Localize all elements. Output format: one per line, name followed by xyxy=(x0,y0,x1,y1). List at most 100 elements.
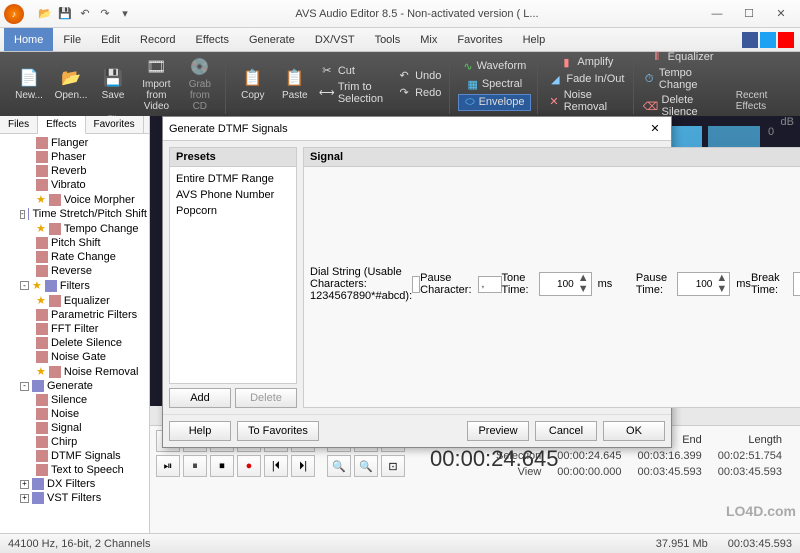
tree-node[interactable]: Silence xyxy=(2,393,147,407)
fade-button[interactable]: ◢Fade In/Out xyxy=(544,71,628,87)
to-favorites-button[interactable]: To Favorites xyxy=(237,421,319,441)
pause-time-spinner[interactable]: ▲▼ xyxy=(677,272,730,296)
tree-node[interactable]: ★Equalizer xyxy=(2,293,147,308)
tree-node[interactable]: -Generate xyxy=(2,379,147,393)
tree-node[interactable]: Noise Gate xyxy=(2,350,147,364)
ok-button[interactable]: OK xyxy=(603,421,665,441)
preset-item[interactable]: Entire DTMF Range xyxy=(174,171,292,187)
view-spectral-toggle[interactable]: ▦Spectral xyxy=(460,76,529,93)
pause-button[interactable]: ⏸ xyxy=(183,455,207,477)
tab-home[interactable]: Home xyxy=(4,28,53,51)
preset-delete-button[interactable]: Delete xyxy=(235,388,297,408)
minimize-button[interactable]: — xyxy=(702,4,732,24)
twitter-icon[interactable] xyxy=(760,32,776,48)
tab-effects[interactable]: Effects xyxy=(186,28,239,51)
grab-cd-button[interactable]: 💿Grab from CD xyxy=(179,54,221,114)
tree-node[interactable]: Delete Silence xyxy=(2,336,147,350)
tree-node[interactable]: Rate Change xyxy=(2,250,147,264)
tree-expander-icon[interactable]: - xyxy=(20,281,29,290)
tree-node[interactable]: Pitch Shift xyxy=(2,236,147,250)
vzoom-fit-button[interactable]: ⊡ xyxy=(381,455,405,477)
preset-item[interactable]: AVS Phone Number xyxy=(174,187,292,203)
dialog-close-button[interactable]: ✕ xyxy=(645,122,665,135)
youtube-icon[interactable] xyxy=(778,32,794,48)
new-button[interactable]: 📄New... xyxy=(8,54,50,114)
tree-expander-icon[interactable]: - xyxy=(20,382,29,391)
side-tab-effects[interactable]: Effects xyxy=(38,116,85,134)
tree-node[interactable]: ★Tempo Change xyxy=(2,221,147,236)
tree-expander-icon[interactable]: + xyxy=(20,494,29,503)
facebook-icon[interactable] xyxy=(742,32,758,48)
dial-string-input[interactable] xyxy=(412,276,420,293)
tree-node[interactable]: Reverb xyxy=(2,164,147,178)
help-button[interactable]: Help xyxy=(169,421,231,441)
tree-node[interactable]: Reverse xyxy=(2,264,147,278)
amplify-button[interactable]: ▮Amplify xyxy=(555,54,617,70)
tab-record[interactable]: Record xyxy=(130,28,185,51)
vzoom-in-button[interactable]: 🔍 xyxy=(354,455,378,477)
break-time-spinner[interactable]: ▲▼ xyxy=(793,272,800,296)
vzoom-out-button[interactable]: 🔍 xyxy=(327,455,351,477)
trim-button[interactable]: ⟷Trim to Selection xyxy=(316,80,387,106)
qat-open-icon[interactable]: 📂 xyxy=(38,7,52,21)
tab-file[interactable]: File xyxy=(53,28,91,51)
noise-removal-button[interactable]: ✕Noise Removal xyxy=(544,88,628,114)
tree-expander-icon[interactable]: - xyxy=(20,210,25,219)
tree-node[interactable]: ★Voice Morpher xyxy=(2,192,147,207)
tree-node[interactable]: Text to Speech xyxy=(2,463,147,477)
cut-button[interactable]: ✂Cut xyxy=(316,63,387,79)
tree-node[interactable]: Flanger xyxy=(2,136,147,150)
tab-help[interactable]: Help xyxy=(513,28,556,51)
tab-tools[interactable]: Tools xyxy=(365,28,411,51)
tree-node[interactable]: Chirp xyxy=(2,435,147,449)
goto-end-button[interactable]: ⏵| xyxy=(291,455,315,477)
tab-mix[interactable]: Mix xyxy=(410,28,447,51)
import-video-button[interactable]: 🎞Import from Video xyxy=(134,54,179,114)
tree-node[interactable]: -Time Stretch/Pitch Shift xyxy=(2,207,147,221)
stop-button[interactable]: ⏹ xyxy=(210,455,234,477)
play-start-button[interactable]: ⏯ xyxy=(156,455,180,477)
redo-button[interactable]: ↷Redo xyxy=(393,85,445,101)
preset-item[interactable]: Popcorn xyxy=(174,203,292,219)
side-tab-favorites[interactable]: Favorites xyxy=(86,116,144,133)
tree-node[interactable]: Noise xyxy=(2,407,147,421)
tree-node[interactable]: ★Noise Removal xyxy=(2,364,147,379)
preview-button[interactable]: Preview xyxy=(467,421,529,441)
record-button[interactable]: ● xyxy=(237,455,261,477)
tab-favorites[interactable]: Favorites xyxy=(447,28,512,51)
qat-undo-icon[interactable]: ↶ xyxy=(78,7,92,21)
tree-node[interactable]: FFT Filter xyxy=(2,322,147,336)
tab-generate[interactable]: Generate xyxy=(239,28,305,51)
pause-char-input[interactable] xyxy=(478,276,502,293)
tree-node[interactable]: Signal xyxy=(2,421,147,435)
paste-button[interactable]: 📋Paste xyxy=(274,54,316,114)
view-waveform-toggle[interactable]: ∿Waveform xyxy=(456,58,533,75)
tree-node[interactable]: Phaser xyxy=(2,150,147,164)
side-tab-files[interactable]: Files xyxy=(0,116,38,133)
save-button[interactable]: 💾Save xyxy=(92,54,134,114)
tree-node[interactable]: Vibrato xyxy=(2,178,147,192)
undo-button[interactable]: ↶Undo xyxy=(393,68,445,84)
copy-button[interactable]: 📋Copy xyxy=(232,54,274,114)
preset-add-button[interactable]: Add xyxy=(169,388,231,408)
tree-node[interactable]: Parametric Filters xyxy=(2,308,147,322)
qat-save-icon[interactable]: 💾 xyxy=(58,7,72,21)
equalizer-button[interactable]: ⫴Equalizer xyxy=(646,49,718,65)
goto-start-button[interactable]: |⏴ xyxy=(264,455,288,477)
close-button[interactable]: ✕ xyxy=(766,4,796,24)
tree-expander-icon[interactable]: + xyxy=(20,480,29,489)
tone-time-spinner[interactable]: ▲▼ xyxy=(539,272,592,296)
qat-redo-icon[interactable]: ↷ xyxy=(98,7,112,21)
view-envelope-toggle[interactable]: ⬭Envelope xyxy=(458,94,531,111)
tree-node[interactable]: DTMF Signals xyxy=(2,449,147,463)
qat-dropdown-icon[interactable]: ▾ xyxy=(118,7,132,21)
effects-tree[interactable]: FlangerPhaserReverbVibrato★Voice Morpher… xyxy=(0,134,149,533)
tree-node[interactable]: +DX Filters xyxy=(2,477,147,491)
tab-edit[interactable]: Edit xyxy=(91,28,130,51)
open-button[interactable]: 📂Open... xyxy=(50,54,92,114)
presets-list[interactable]: Entire DTMF Range AVS Phone Number Popco… xyxy=(169,167,297,384)
tree-node[interactable]: +VST Filters xyxy=(2,491,147,505)
tab-dxvst[interactable]: DX/VST xyxy=(305,28,365,51)
maximize-button[interactable]: ☐ xyxy=(734,4,764,24)
tree-node[interactable]: -★Filters xyxy=(2,278,147,293)
